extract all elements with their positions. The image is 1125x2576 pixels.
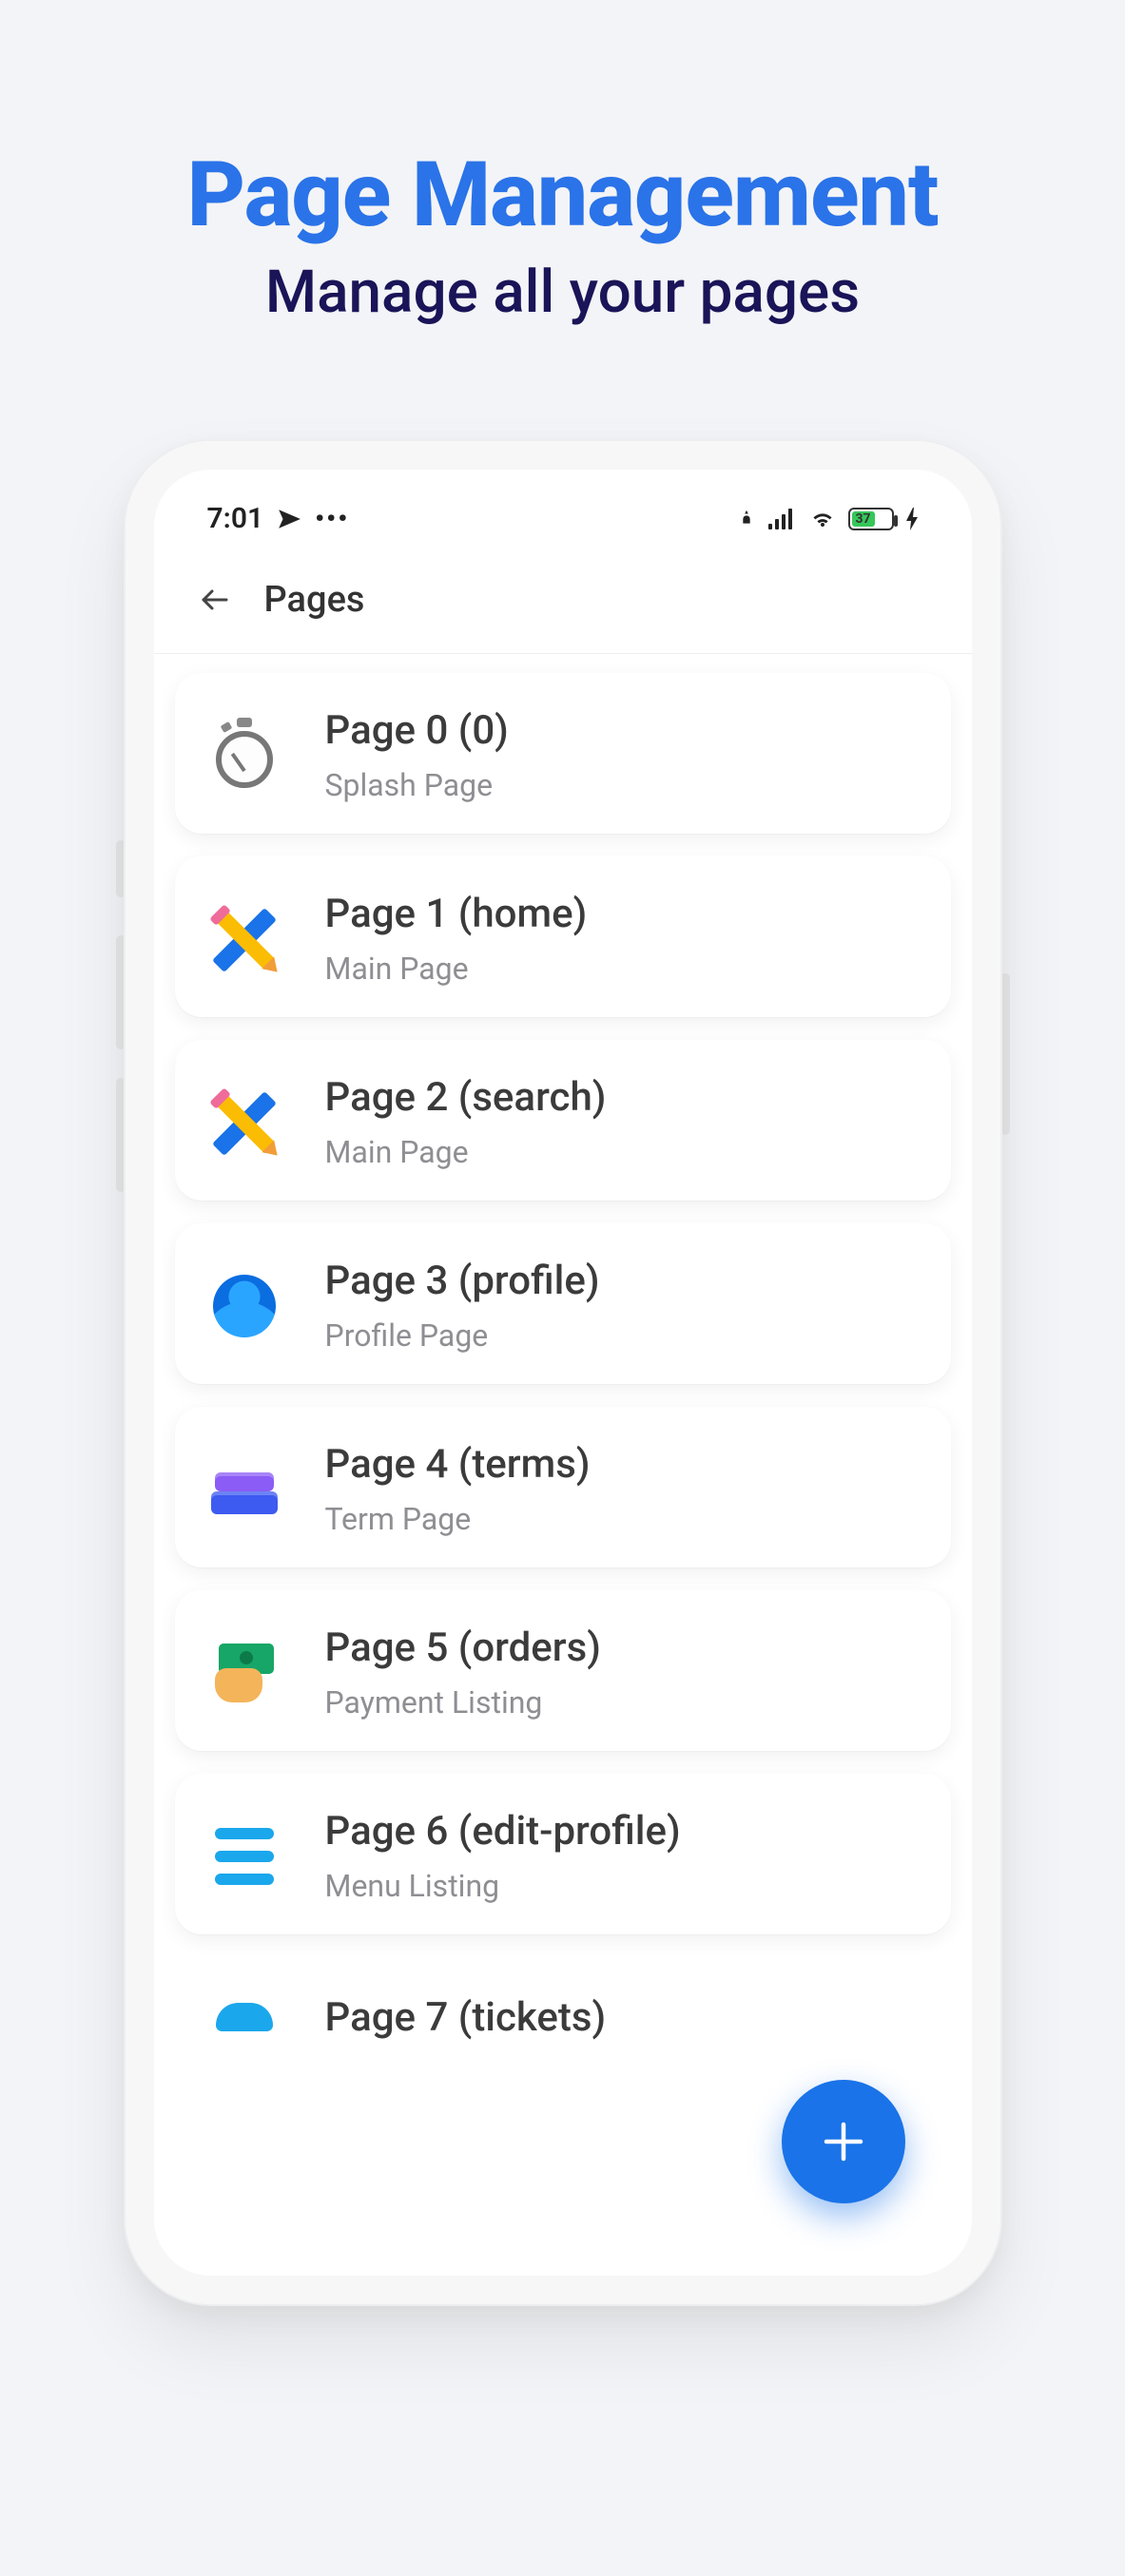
phone-frame: 7:01 ••• 37 <box>126 441 1000 2304</box>
list-item-title: Page 7 (tickets) <box>325 1994 607 2041</box>
status-bar: 7:01 ••• 37 <box>154 470 972 545</box>
list-item-texts: Page 5 (orders) Payment Listing <box>325 1624 601 1721</box>
list-item-texts: Page 6 (edit-profile) Menu Listing <box>325 1808 681 1904</box>
page-list-item[interactable]: Page 1 (home) Main Page <box>175 856 951 1017</box>
hero-title: Page Management <box>0 143 1125 248</box>
page-list-item[interactable]: Page 3 (profile) Profile Page <box>175 1223 951 1384</box>
phone-side-button <box>116 840 126 897</box>
list-item-title: Page 3 (profile) <box>325 1258 600 1304</box>
list-item-icon <box>207 1269 281 1343</box>
list-item-texts: Page 3 (profile) Profile Page <box>325 1258 600 1354</box>
menu-lines-icon <box>215 1828 274 1885</box>
list-item-title: Page 1 (home) <box>325 891 588 937</box>
list-item-title: Page 5 (orders) <box>325 1624 601 1671</box>
list-item-subtitle: Profile Page <box>325 1317 600 1354</box>
list-item-title: Page 2 (search) <box>325 1074 607 1121</box>
page-list-item[interactable]: Page 2 (search) Main Page <box>175 1040 951 1201</box>
arrow-left-icon <box>198 583 232 617</box>
stopwatch-icon <box>212 723 277 788</box>
phone-volume-up <box>116 935 126 1049</box>
page-list-item[interactable]: Page 4 (terms) Term Page <box>175 1407 951 1567</box>
charging-icon <box>905 508 919 530</box>
page-list-item[interactable]: Page 6 (edit-profile) Menu Listing <box>175 1774 951 1934</box>
list-item-title: Page 0 (0) <box>325 707 509 754</box>
battery-level: 37 <box>852 511 875 527</box>
list-item-texts: Page 2 (search) Main Page <box>325 1074 607 1170</box>
list-item-subtitle: Main Page <box>325 1134 607 1170</box>
list-item-icon <box>207 1452 281 1527</box>
pages-list: Page 0 (0) Splash Page Page 1 (home) Main P… <box>154 654 972 2043</box>
list-item-icon <box>207 1086 281 1160</box>
phone-screen: 7:01 ••• 37 <box>154 470 972 2276</box>
back-button[interactable] <box>198 583 232 617</box>
list-item-icon <box>207 1819 281 1894</box>
ticket-icon <box>216 2003 273 2031</box>
list-item-icon <box>207 1636 281 1710</box>
list-item-texts: Page 4 (terms) Term Page <box>325 1441 591 1537</box>
list-item-texts: Page 1 (home) Main Page <box>325 891 588 987</box>
list-item-subtitle: Main Page <box>325 951 588 987</box>
list-item-texts: Page 7 (tickets) <box>325 1994 607 2041</box>
phone-volume-down <box>116 1078 126 1192</box>
send-icon <box>277 507 301 531</box>
hero-subtitle: Manage all your pages <box>0 258 1125 327</box>
list-item-icon <box>207 719 281 793</box>
list-item-title: Page 6 (edit-profile) <box>325 1808 681 1855</box>
page-list-item[interactable]: Page 0 (0) Splash Page <box>175 673 951 834</box>
mute-icon <box>736 509 757 529</box>
books-icon <box>211 1465 278 1514</box>
add-page-fab[interactable] <box>782 2080 905 2203</box>
list-item-title: Page 4 (terms) <box>325 1441 591 1488</box>
list-item-icon <box>207 1980 281 2043</box>
list-item-subtitle: Payment Listing <box>325 1684 601 1721</box>
signal-icon <box>768 509 797 529</box>
more-icon: ••• <box>315 503 349 534</box>
status-time: 7:01 <box>207 502 264 535</box>
money-hand-icon <box>209 1644 280 1702</box>
wifi-icon <box>808 508 837 530</box>
page-list-item[interactable]: Page 7 (tickets) <box>175 1957 951 2043</box>
page-list-item[interactable]: Page 5 (orders) Payment Listing <box>175 1590 951 1751</box>
list-item-texts: Page 0 (0) Splash Page <box>325 707 509 803</box>
pencil-ruler-icon <box>210 1088 279 1157</box>
list-item-subtitle: Splash Page <box>325 767 509 803</box>
list-item-subtitle: Term Page <box>325 1501 591 1537</box>
list-item-icon <box>207 902 281 976</box>
list-item-subtitle: Menu Listing <box>325 1868 681 1904</box>
phone-power-button <box>1000 973 1010 1135</box>
battery-icon: 37 <box>848 508 894 530</box>
plus-icon <box>818 2116 869 2167</box>
pencil-ruler-icon <box>210 905 279 973</box>
app-bar: Pages <box>154 545 972 654</box>
profile-icon <box>213 1275 276 1337</box>
app-bar-title: Pages <box>264 579 365 621</box>
